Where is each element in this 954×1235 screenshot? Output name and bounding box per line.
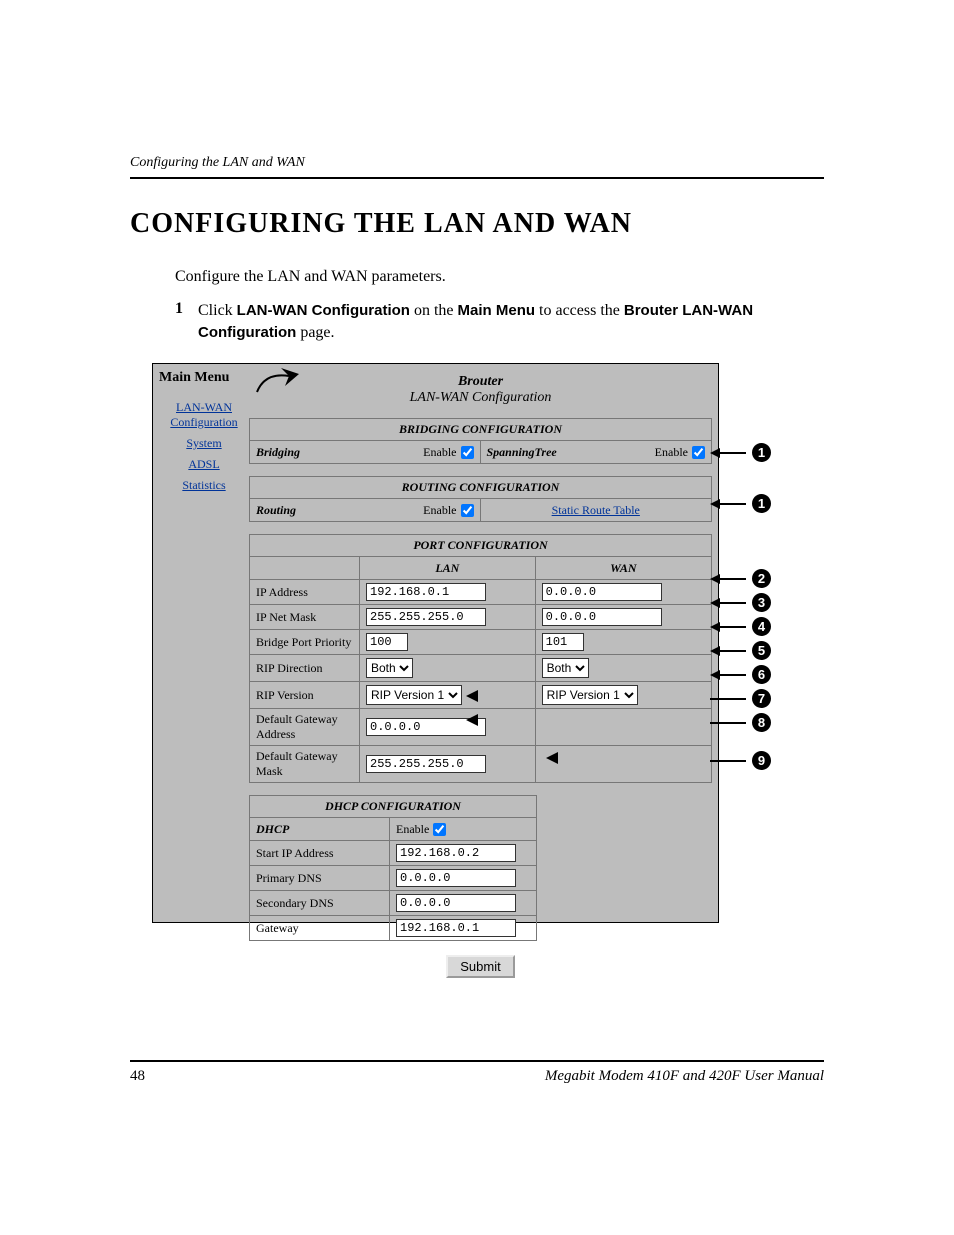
callout-badge: 5: [752, 641, 771, 660]
callout-badge: 1: [752, 494, 771, 513]
main-menu: LAN-WAN Configuration➚ System ADSL Stati…: [161, 394, 247, 499]
dhcp-gateway-input[interactable]: [396, 919, 516, 937]
wan-rip-ver-select[interactable]: RIP Version 1: [542, 685, 638, 705]
wan-netmask-input[interactable]: [542, 608, 662, 626]
wan-rip-dir-select[interactable]: Both: [542, 658, 589, 678]
content-title: Brouter: [249, 374, 712, 390]
lan-column-header: LAN: [360, 557, 536, 579]
routing-row: Routing Enable Static Route Table: [249, 499, 712, 522]
bridging-row: Bridging Enable SpanningTree Enable: [249, 441, 712, 464]
page-footer: 48 Megabit Modem 410F and 420F User Manu…: [130, 1060, 824, 1085]
lan-rip-dir-select[interactable]: Both: [366, 658, 413, 678]
spanningtree-enable-checkbox[interactable]: [692, 446, 705, 459]
intro-text: Configure the LAN and WAN parameters.: [175, 268, 446, 286]
callout-arrow-icon: [466, 690, 478, 702]
callout-badge: 7: [752, 689, 771, 708]
menu-lan-wan[interactable]: LAN-WAN Configuration➚: [161, 400, 247, 430]
dhcp-start-ip-input[interactable]: [396, 844, 516, 862]
step-number: 1: [175, 300, 183, 318]
page-number: 48: [130, 1068, 145, 1085]
menu-system[interactable]: System: [161, 436, 247, 451]
bridging-enable-checkbox[interactable]: [461, 446, 474, 459]
wan-bpp-input[interactable]: [542, 633, 584, 651]
menu-statistics[interactable]: Statistics: [161, 478, 247, 493]
callout-badge: 6: [752, 665, 771, 684]
lan-netmask-input[interactable]: [366, 608, 486, 626]
screenshot-panel: Main Menu LAN-WAN Configuration➚ System …: [152, 363, 719, 923]
port-section-header: PORT CONFIGURATION: [249, 534, 712, 557]
callout-arrow-icon: [546, 752, 558, 764]
dhcp-primary-dns-input[interactable]: [396, 869, 516, 887]
footer-title: Megabit Modem 410F and 420F User Manual: [545, 1068, 824, 1085]
main-menu-title: Main Menu: [159, 370, 229, 386]
callout-badge: 3: [752, 593, 771, 612]
routing-section-header: ROUTING CONFIGURATION: [249, 476, 712, 499]
submit-button[interactable]: Submit: [446, 955, 514, 978]
menu-adsl[interactable]: ADSL: [161, 457, 247, 472]
callout-badge: 2: [752, 569, 771, 588]
static-route-table-link[interactable]: Static Route Table: [552, 503, 640, 518]
routing-enable-checkbox[interactable]: [461, 504, 474, 517]
page-heading: CONFIGURING THE LAN AND WAN: [130, 208, 632, 240]
dhcp-secondary-dns-input[interactable]: [396, 894, 516, 912]
callout-arrow-icon: [466, 714, 478, 726]
callout-badge: 9: [752, 751, 771, 770]
bridging-section-header: BRIDGING CONFIGURATION: [249, 418, 712, 441]
callout-badge: 1: [752, 443, 771, 462]
lan-ip-input[interactable]: [366, 583, 486, 601]
dhcp-enable-checkbox[interactable]: [433, 823, 446, 836]
dhcp-section-header: DHCP CONFIGURATION: [249, 795, 537, 818]
content-subtitle: LAN-WAN Configuration: [249, 390, 712, 406]
callout-badge: 4: [752, 617, 771, 636]
step-text: Click LAN-WAN Configuration on the Main …: [198, 300, 819, 343]
running-head: Configuring the LAN and WAN: [130, 155, 824, 179]
wan-ip-input[interactable]: [542, 583, 662, 601]
callout-badge: 8: [752, 713, 771, 732]
wan-column-header: WAN: [536, 557, 711, 579]
lan-bpp-input[interactable]: [366, 633, 408, 651]
lan-rip-ver-select[interactable]: RIP Version 1: [366, 685, 462, 705]
gateway-mask-input[interactable]: [366, 755, 486, 773]
